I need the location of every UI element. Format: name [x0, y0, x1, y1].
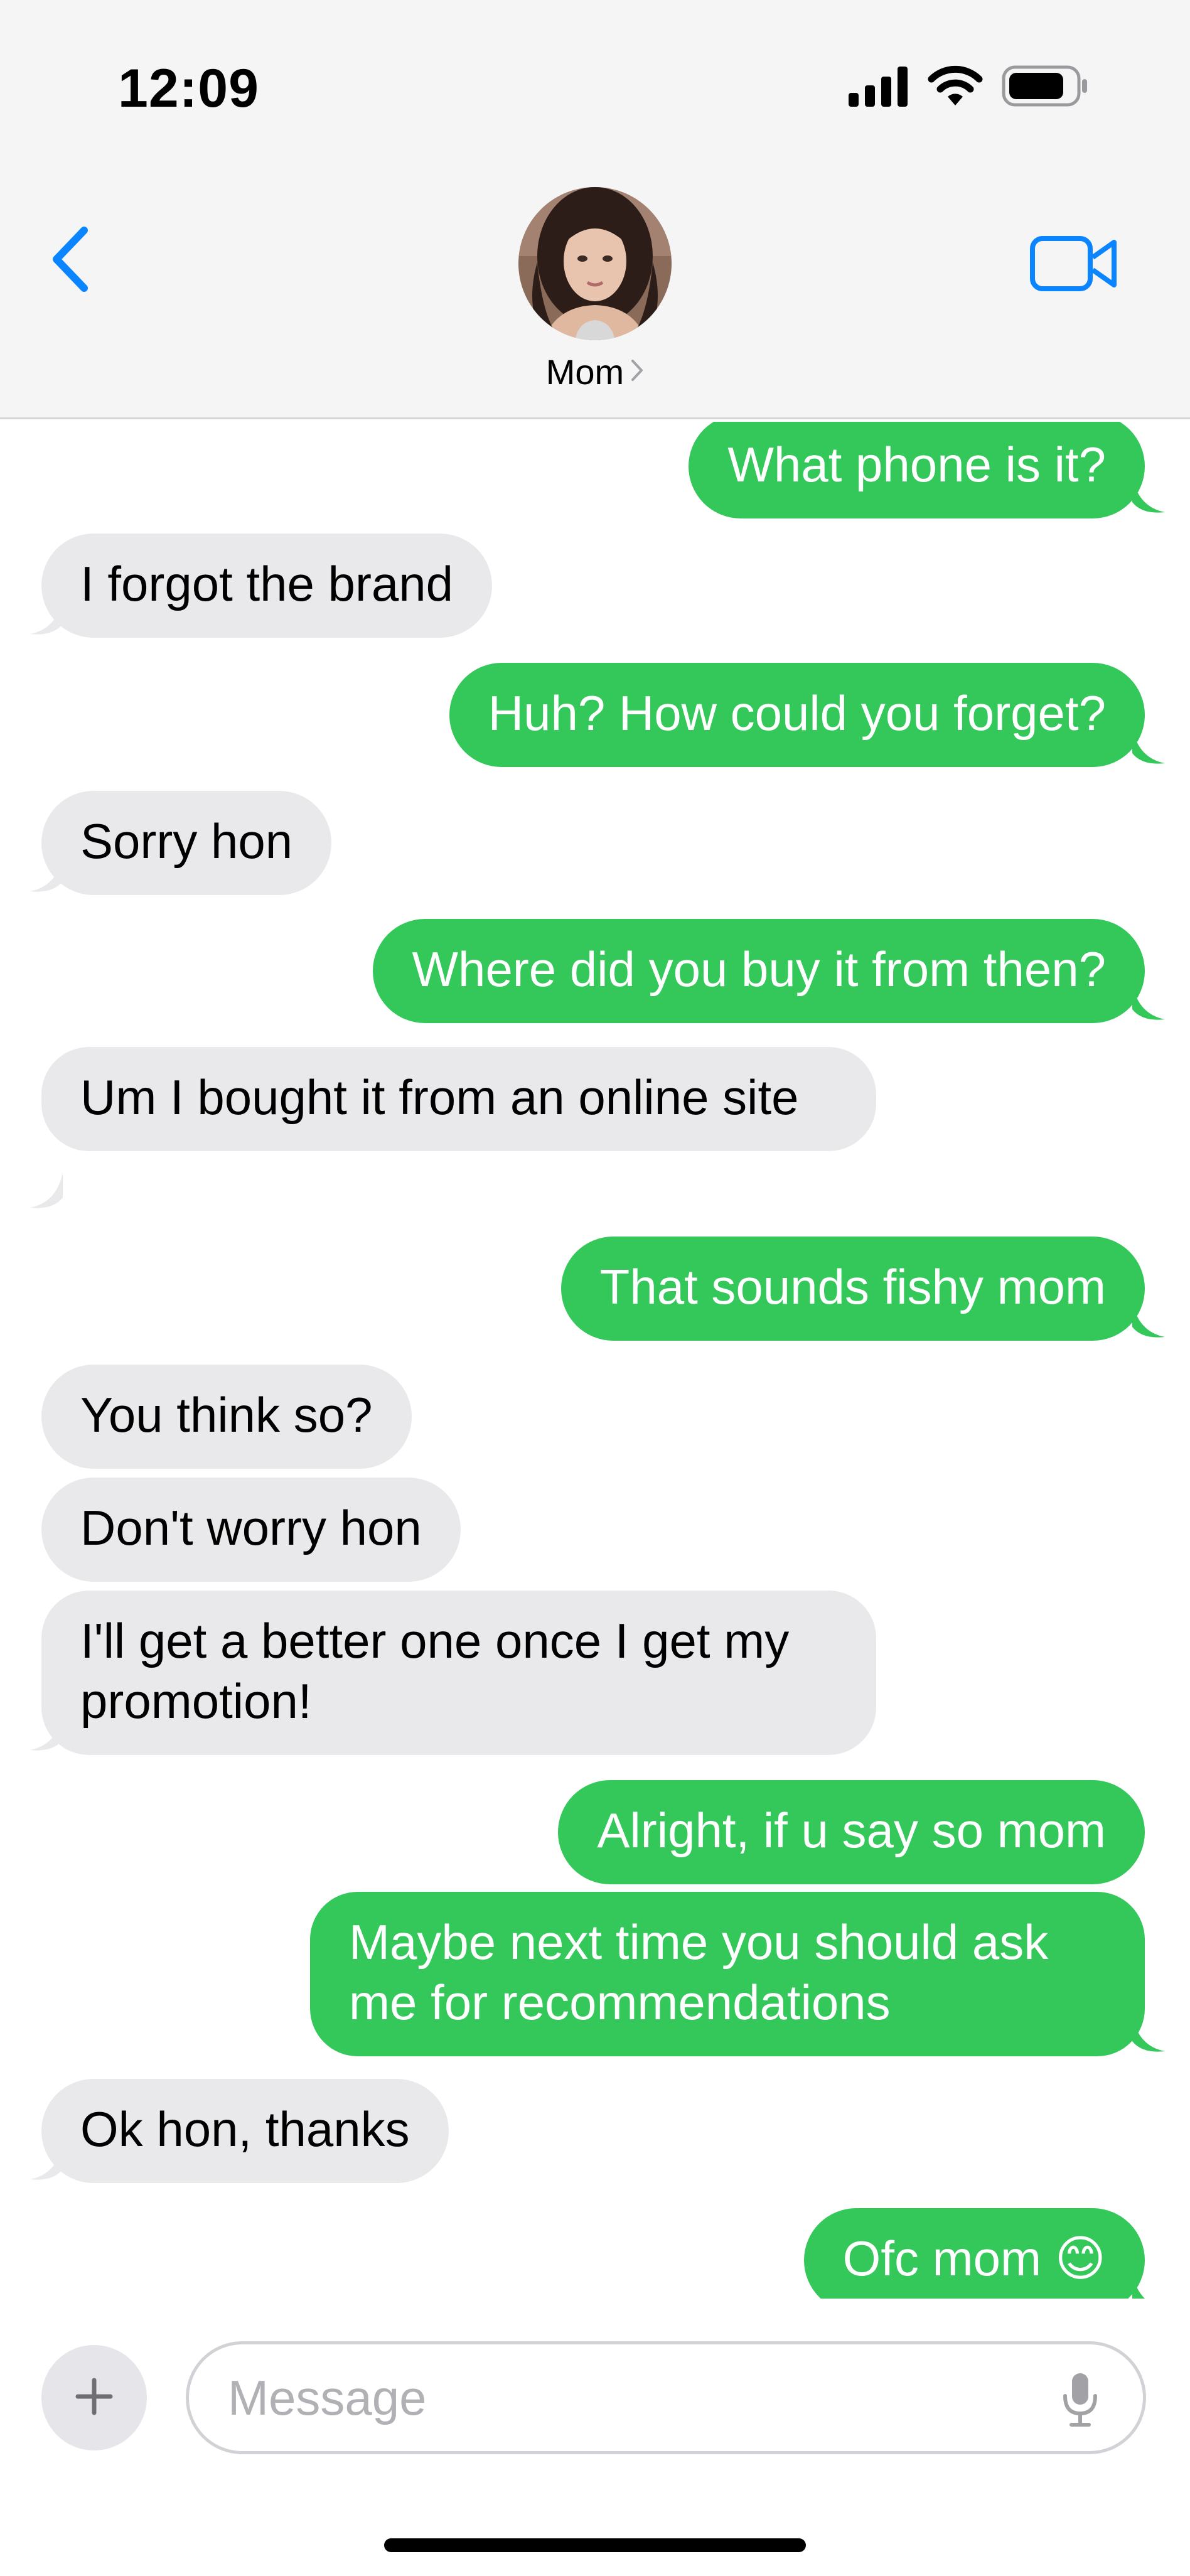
outgoing-bubble-tail [1132, 1302, 1165, 1338]
outgoing-bubble-tail [1132, 2016, 1165, 2052]
message-text: Huh? How could you forget? [488, 685, 1106, 741]
incoming-bubble-tail [30, 2144, 63, 2180]
add-attachment-button[interactable] [41, 2345, 147, 2450]
message-input[interactable] [227, 2344, 1030, 2451]
status-icons [849, 64, 1090, 111]
status-time: 12:09 [118, 58, 259, 119]
incoming-bubble-tail [30, 599, 63, 635]
message-text: Sorry hon [80, 813, 293, 869]
outgoing-message[interactable]: Maybe next time you should ask me for re… [310, 1892, 1145, 2056]
outgoing-message[interactable]: Huh? How could you forget? [449, 663, 1145, 767]
message-text: You think so? [80, 1387, 373, 1442]
message-text: What phone is it? [727, 437, 1106, 492]
video-call-button[interactable] [1027, 233, 1121, 296]
contact-name-button[interactable]: Mom [0, 352, 1190, 392]
plus-icon [74, 2376, 114, 2420]
message-field[interactable] [186, 2341, 1146, 2454]
message-thread[interactable]: What phone is it? I forgot the brand Huh… [0, 422, 1190, 2299]
home-indicator[interactable] [384, 2538, 806, 2552]
battery-icon [1002, 64, 1090, 111]
outgoing-message[interactable]: Alright, if u say so mom [558, 1780, 1145, 1884]
message-text: That sounds fishy mom [599, 1259, 1106, 1314]
message-text: I'll get a better one once I get my prom… [80, 1613, 790, 1729]
outgoing-message[interactable]: What phone is it? [689, 422, 1145, 518]
composer-bar [0, 2316, 1190, 2576]
incoming-message[interactable]: You think so? [41, 1365, 412, 1469]
message-text: Um I bought it from an online site [80, 1070, 799, 1125]
incoming-message[interactable]: Ok hon, thanks [41, 2079, 449, 2183]
message-text: Alright, if u say so mom [597, 1803, 1106, 1858]
incoming-message[interactable]: I'll get a better one once I get my prom… [41, 1591, 876, 1755]
outgoing-message[interactable]: Where did you buy it from then? [373, 919, 1145, 1023]
message-text: Maybe next time you should ask me for re… [349, 1914, 1049, 2030]
cellular-signal-icon [849, 65, 909, 110]
outgoing-bubble-tail [1132, 477, 1165, 513]
messages-screen: 12:09 Mom What phone is it? I forgot the… [0, 0, 1190, 2576]
conversation-header: 12:09 Mom [0, 0, 1190, 419]
incoming-message[interactable]: Sorry hon [41, 791, 332, 895]
video-camera-icon [1030, 235, 1118, 296]
dictation-button[interactable] [1055, 2369, 1105, 2432]
incoming-message[interactable]: I forgot the brand [41, 534, 493, 638]
incoming-message[interactable]: Um I bought it from an online site [41, 1047, 876, 1151]
outgoing-bubble-tail [1132, 2273, 1145, 2299]
outgoing-message[interactable]: Ofc mom 😊 [803, 2208, 1145, 2299]
outgoing-bubble-tail [1132, 984, 1165, 1020]
incoming-message[interactable]: Don't worry hon [41, 1478, 461, 1582]
contact-avatar[interactable] [518, 187, 672, 340]
message-text: Don't worry hon [80, 1500, 422, 1555]
outgoing-bubble-tail [1132, 728, 1165, 764]
contact-name: Mom [545, 352, 624, 392]
outgoing-message[interactable]: That sounds fishy mom [560, 1237, 1145, 1341]
message-text: Where did you buy it from then? [412, 942, 1106, 997]
wifi-icon [926, 64, 984, 111]
back-button[interactable] [45, 226, 95, 295]
microphone-icon [1061, 2371, 1099, 2432]
message-text: Ok hon, thanks [80, 2101, 410, 2157]
chevron-right-icon [630, 358, 644, 385]
incoming-bubble-tail [30, 1715, 63, 1751]
message-text: I forgot the brand [80, 556, 454, 611]
incoming-bubble-tail [30, 1173, 63, 1208]
incoming-bubble-tail [30, 856, 63, 892]
message-text: Ofc mom 😊 [842, 2231, 1106, 2286]
chevron-left-icon [50, 226, 90, 295]
